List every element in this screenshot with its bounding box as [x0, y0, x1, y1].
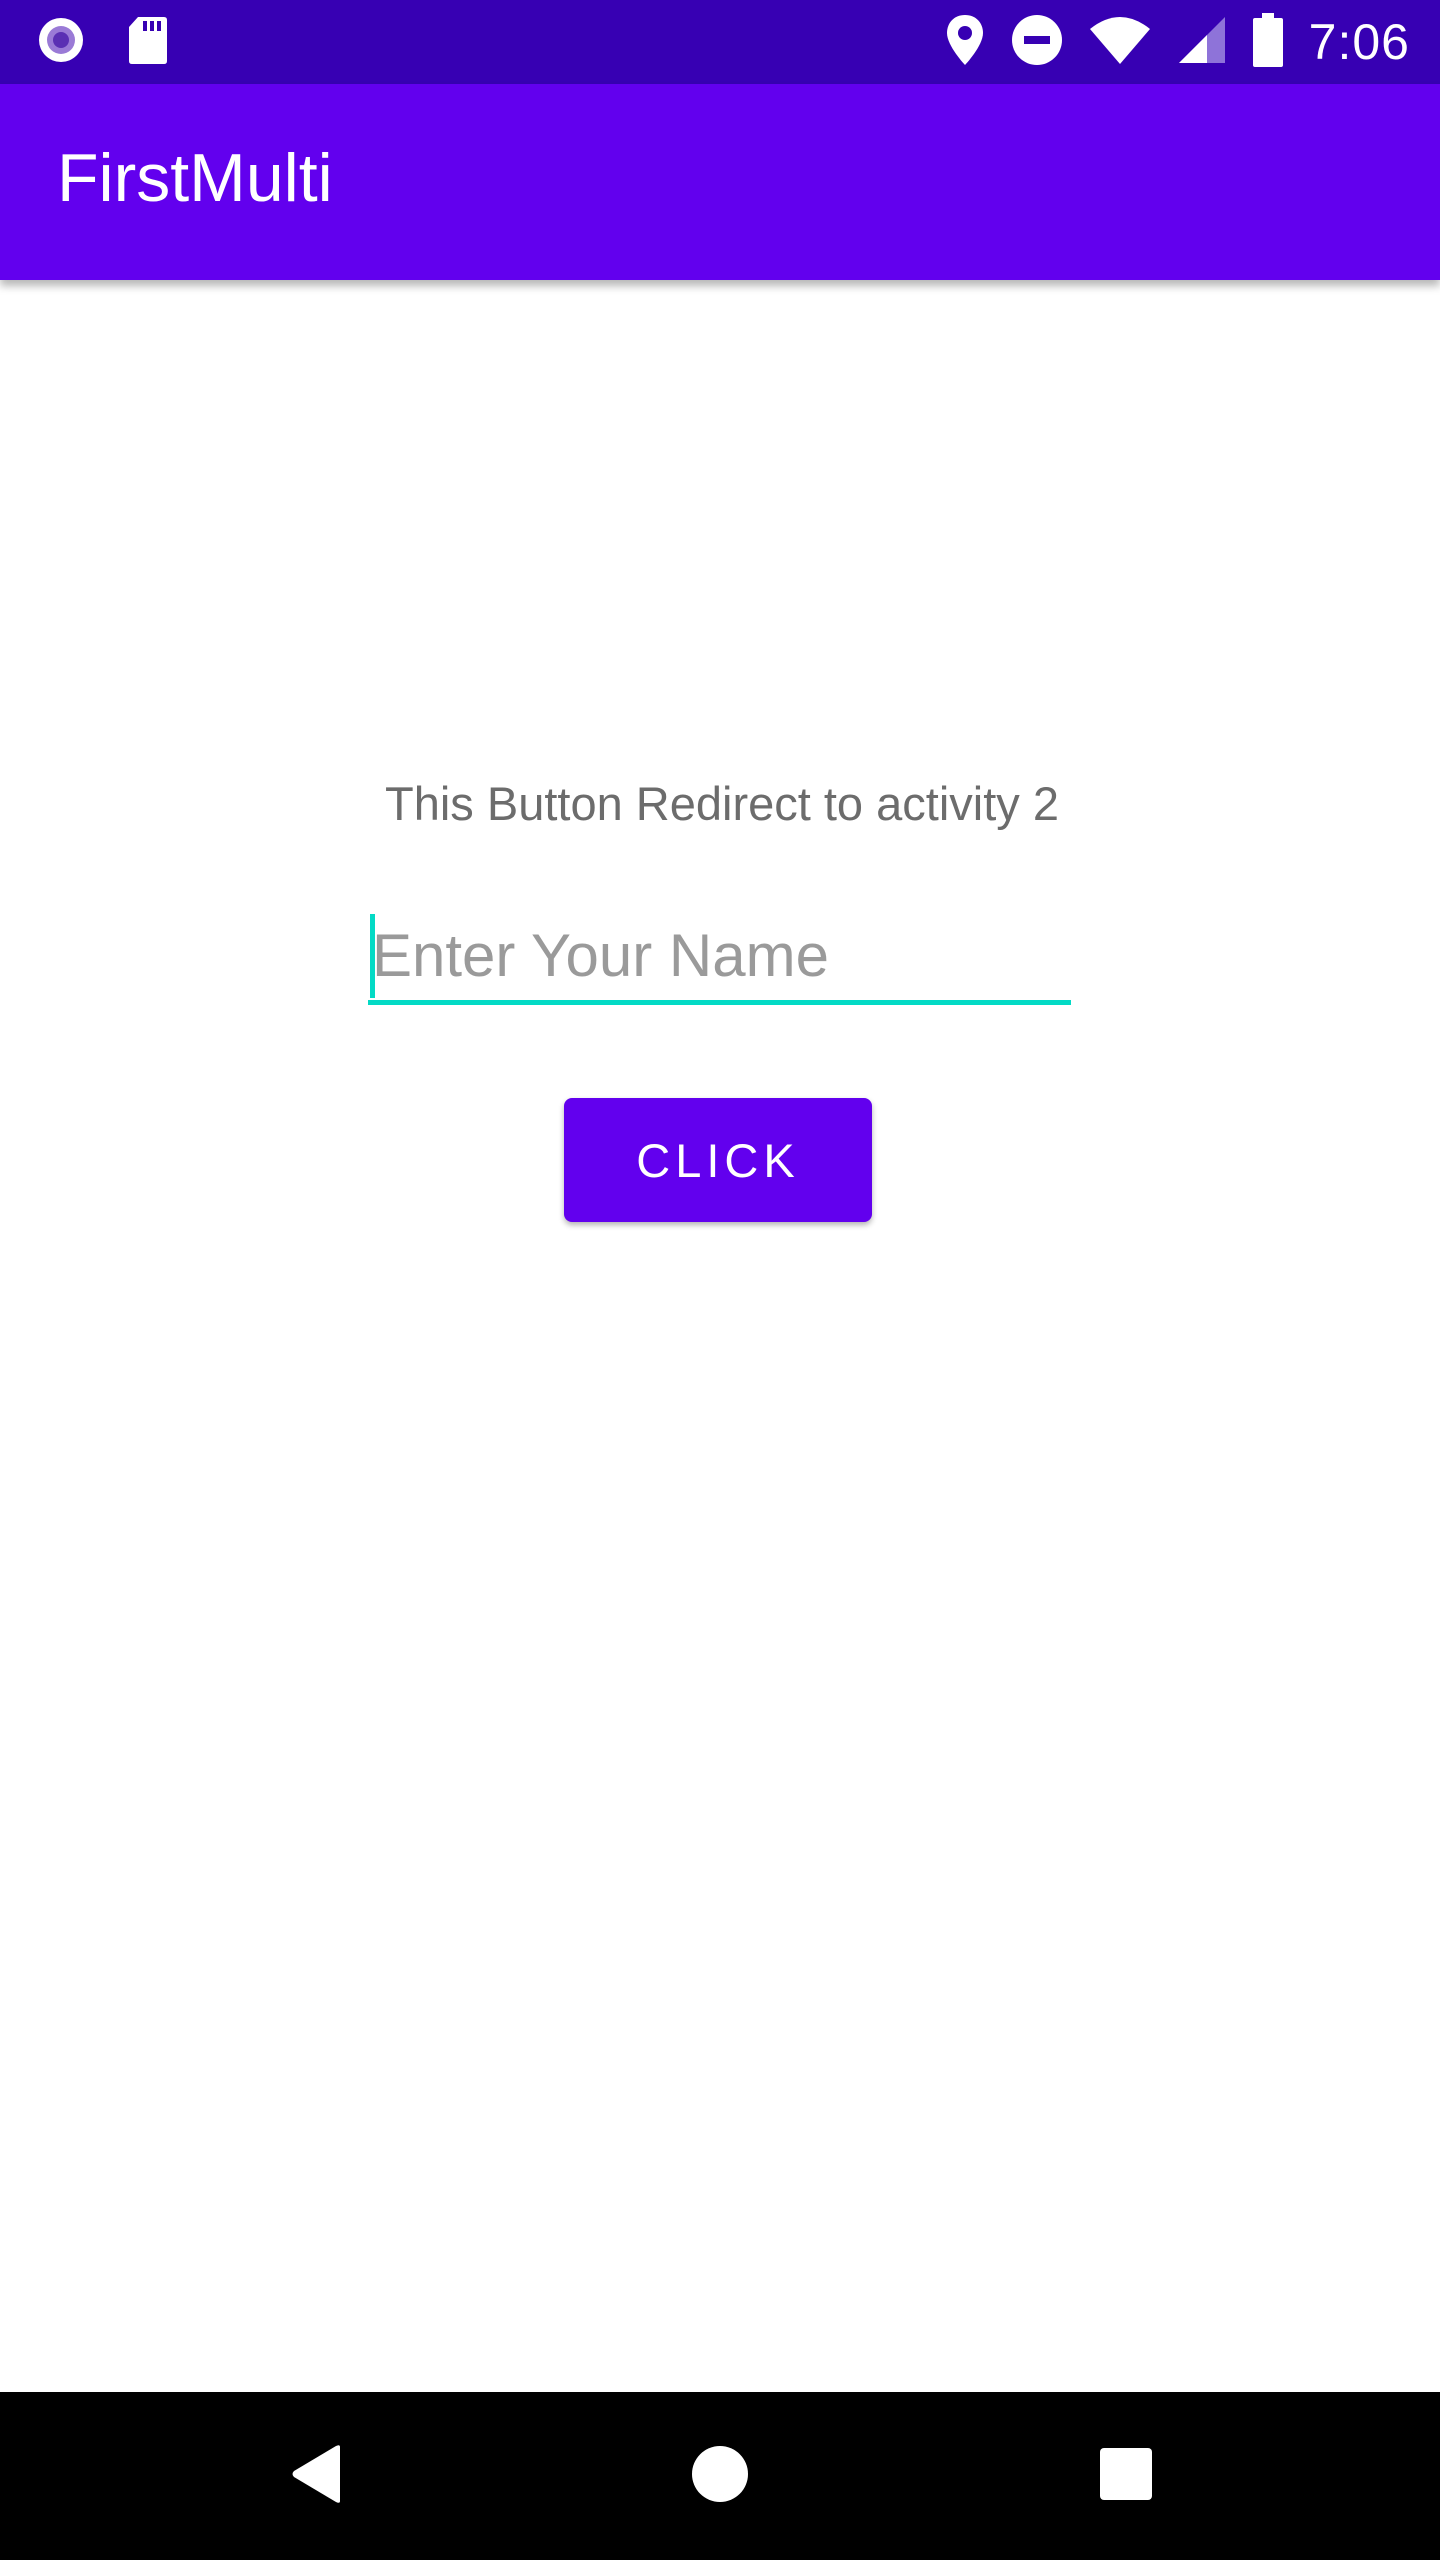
- home-button[interactable]: [636, 2392, 804, 2560]
- do-not-disturb-icon: [1011, 14, 1063, 70]
- location-pin-icon: [945, 13, 985, 71]
- cell-signal-icon: [1177, 15, 1227, 69]
- recents-icon: [1099, 2447, 1153, 2505]
- back-button[interactable]: [234, 2392, 402, 2560]
- battery-icon: [1252, 13, 1283, 71]
- wifi-icon: [1089, 15, 1151, 69]
- name-input[interactable]: [368, 910, 1071, 1000]
- notification-circle-icon: [36, 15, 86, 69]
- back-icon: [288, 2443, 348, 2509]
- app-bar: FirstMulti: [0, 84, 1440, 280]
- sd-card-icon: [128, 15, 168, 69]
- app-title: FirstMulti: [57, 140, 333, 216]
- status-bar-left: [36, 0, 168, 84]
- main-content: This Button Redirect to activity 2 CLICK: [0, 280, 1440, 2392]
- recents-button[interactable]: [1042, 2392, 1210, 2560]
- status-bar-right: 7:06: [945, 0, 1410, 84]
- home-icon: [691, 2445, 749, 2507]
- nav-bar: [0, 2392, 1440, 2560]
- status-bar: 7:06: [0, 0, 1440, 84]
- name-field[interactable]: [368, 910, 1071, 1005]
- text-cursor: [370, 914, 375, 998]
- click-button[interactable]: CLICK: [564, 1098, 872, 1222]
- status-time: 7:06: [1308, 14, 1410, 70]
- info-text: This Button Redirect to activity 2: [385, 777, 1059, 830]
